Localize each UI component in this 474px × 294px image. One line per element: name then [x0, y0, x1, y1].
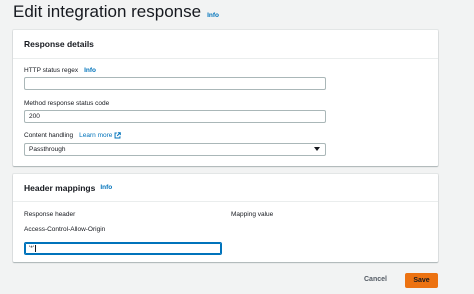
- content-handling-label-row: Content handling Learn more: [24, 132, 122, 139]
- method-response-status-code-input[interactable]: 200: [24, 110, 326, 123]
- caret-down-icon: [314, 147, 320, 151]
- http-status-regex-info-link[interactable]: Info: [84, 67, 96, 74]
- content-handling-label: Content handling: [24, 132, 74, 139]
- response-header-value: Access-Control-Allow-Origin: [24, 226, 106, 233]
- header-mappings-title: Header mappings: [24, 182, 96, 193]
- mapping-value-column-label: Mapping value: [231, 211, 274, 218]
- save-button[interactable]: Save: [405, 273, 438, 288]
- response-details-header: Response details: [13, 30, 438, 59]
- response-header-column-label: Response header: [24, 211, 76, 218]
- method-response-status-code-label: Method response status code: [24, 100, 110, 107]
- external-link-icon: [114, 132, 122, 139]
- response-details-title: Response details: [24, 39, 94, 49]
- header-mappings-header: Header mappings Info: [13, 174, 438, 202]
- response-details-panel: Response details HTTP status regex Info …: [13, 30, 438, 166]
- http-status-regex-label: HTTP status regex: [24, 67, 79, 74]
- learn-more-link[interactable]: Learn more: [79, 132, 122, 139]
- header-mappings-info-link[interactable]: Info: [100, 184, 112, 191]
- mapping-value-text: '*': [29, 245, 35, 252]
- http-status-regex-label-row: HTTP status regex Info: [24, 67, 96, 74]
- content-handling-select[interactable]: Passthrough: [24, 143, 326, 156]
- content-handling-selected-value: Passthrough: [29, 146, 66, 153]
- page-info-link[interactable]: Info: [207, 12, 219, 19]
- mapping-value-input[interactable]: '*': [24, 242, 222, 255]
- learn-more-label[interactable]: Learn more: [79, 132, 112, 139]
- header-mappings-panel: Header mappings Info Response header Map…: [13, 174, 438, 262]
- http-status-regex-input[interactable]: [24, 77, 326, 90]
- text-cursor: [35, 245, 37, 252]
- page-header: Edit integration response Info: [13, 2, 219, 22]
- method-response-status-code-label-row: Method response status code: [24, 100, 109, 107]
- cancel-button[interactable]: Cancel: [364, 276, 387, 283]
- page-title: Edit integration response: [13, 2, 202, 21]
